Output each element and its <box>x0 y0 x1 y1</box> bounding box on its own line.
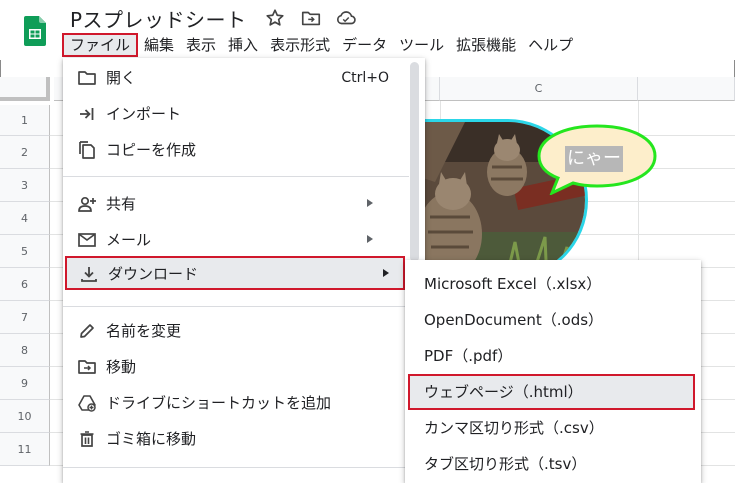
move-folder-icon <box>77 357 97 377</box>
row-header[interactable]: 4 <box>0 202 50 235</box>
download-submenu: Microsoft Excel（.xlsx） OpenDocument（.ods… <box>405 260 701 483</box>
menubar: ファイル 編集 表示 挿入 表示形式 データ ツール 拡張機能 ヘルプ <box>62 33 579 57</box>
menu-edit[interactable]: 編集 <box>138 33 180 57</box>
menu-separator <box>63 467 409 468</box>
file-menu-share[interactable]: 共有 <box>63 186 409 220</box>
download-tsv[interactable]: タブ区切り形式（.tsv） <box>405 446 701 482</box>
row-header[interactable]: 5 <box>0 235 50 268</box>
menu-file[interactable]: ファイル <box>62 33 139 57</box>
file-menu-download[interactable]: ダウンロード <box>65 256 405 290</box>
app-header: Pスプレッドシート ファイル 編集 表示 挿入 表示形式 データ ツール 拡張機… <box>0 0 735 60</box>
sheets-logo-icon[interactable] <box>24 16 46 46</box>
menu-separator <box>63 176 409 177</box>
cloud-saved-icon[interactable] <box>335 7 357 29</box>
column-header-c[interactable]: C <box>440 77 638 101</box>
pencil-icon <box>77 321 97 341</box>
download-xlsx[interactable]: Microsoft Excel（.xlsx） <box>405 266 701 302</box>
menu-data[interactable]: データ <box>336 33 393 57</box>
folder-open-icon <box>77 68 97 88</box>
row-header[interactable]: 3 <box>0 169 50 202</box>
file-menu-move[interactable]: 移動 <box>63 349 409 383</box>
row-header[interactable]: 6 <box>0 268 50 301</box>
file-menu-make-copy[interactable]: コピーを作成 <box>63 132 409 166</box>
file-menu-trash[interactable]: ゴミ箱に移動 <box>63 421 409 455</box>
row-header[interactable]: 7 <box>0 301 50 334</box>
submenu-arrow-icon <box>367 199 373 207</box>
download-pdf[interactable]: PDF（.pdf） <box>405 338 701 374</box>
row-header[interactable]: 10 <box>0 400 50 433</box>
menu-insert[interactable]: 挿入 <box>222 33 264 57</box>
menu-format[interactable]: 表示形式 <box>264 33 336 57</box>
download-icon <box>79 264 99 284</box>
mail-icon <box>77 230 97 250</box>
file-menu-dropdown: 開く Ctrl+O インポート コピーを作成 共有 メール ダウンロード 名前を… <box>63 58 425 483</box>
star-icon[interactable] <box>264 7 286 29</box>
file-menu-open[interactable]: 開く Ctrl+O <box>63 60 409 94</box>
import-icon <box>77 104 97 124</box>
file-menu-add-shortcut[interactable]: ドライブにショートカットを追加 <box>63 385 409 419</box>
copy-icon <box>77 140 97 160</box>
download-html[interactable]: ウェブページ（.html） <box>408 374 695 410</box>
row-header[interactable]: 2 <box>0 136 50 169</box>
menu-help[interactable]: ヘルプ <box>522 33 579 57</box>
column-header-d[interactable] <box>638 77 735 101</box>
open-shortcut: Ctrl+O <box>341 70 389 86</box>
file-menu-scrollbar[interactable] <box>410 62 419 262</box>
row-header[interactable]: 1 <box>0 105 50 136</box>
file-menu-email[interactable]: メール <box>63 222 409 256</box>
select-all-corner[interactable] <box>0 77 50 101</box>
submenu-arrow-icon <box>367 235 373 243</box>
menu-view[interactable]: 表示 <box>180 33 222 57</box>
speech-bubble-text[interactable]: にゃー <box>565 146 623 172</box>
file-menu-import[interactable]: インポート <box>63 96 409 130</box>
row-header[interactable]: 11 <box>0 433 50 466</box>
menu-tools[interactable]: ツール <box>393 33 450 57</box>
document-title[interactable]: Pスプレッドシート <box>70 4 247 33</box>
row-header[interactable]: 9 <box>0 367 50 400</box>
drive-shortcut-icon <box>77 393 97 413</box>
row-header[interactable]: 8 <box>0 334 50 367</box>
trash-icon <box>77 429 97 449</box>
menu-extensions[interactable]: 拡張機能 <box>450 33 522 57</box>
person-add-icon <box>77 194 97 214</box>
download-csv[interactable]: カンマ区切り形式（.csv） <box>405 410 701 446</box>
submenu-arrow-icon <box>383 269 389 277</box>
download-ods[interactable]: OpenDocument（.ods） <box>405 302 701 338</box>
file-menu-rename[interactable]: 名前を変更 <box>63 313 409 347</box>
move-folder-icon[interactable] <box>300 7 322 29</box>
menu-separator <box>63 306 409 307</box>
